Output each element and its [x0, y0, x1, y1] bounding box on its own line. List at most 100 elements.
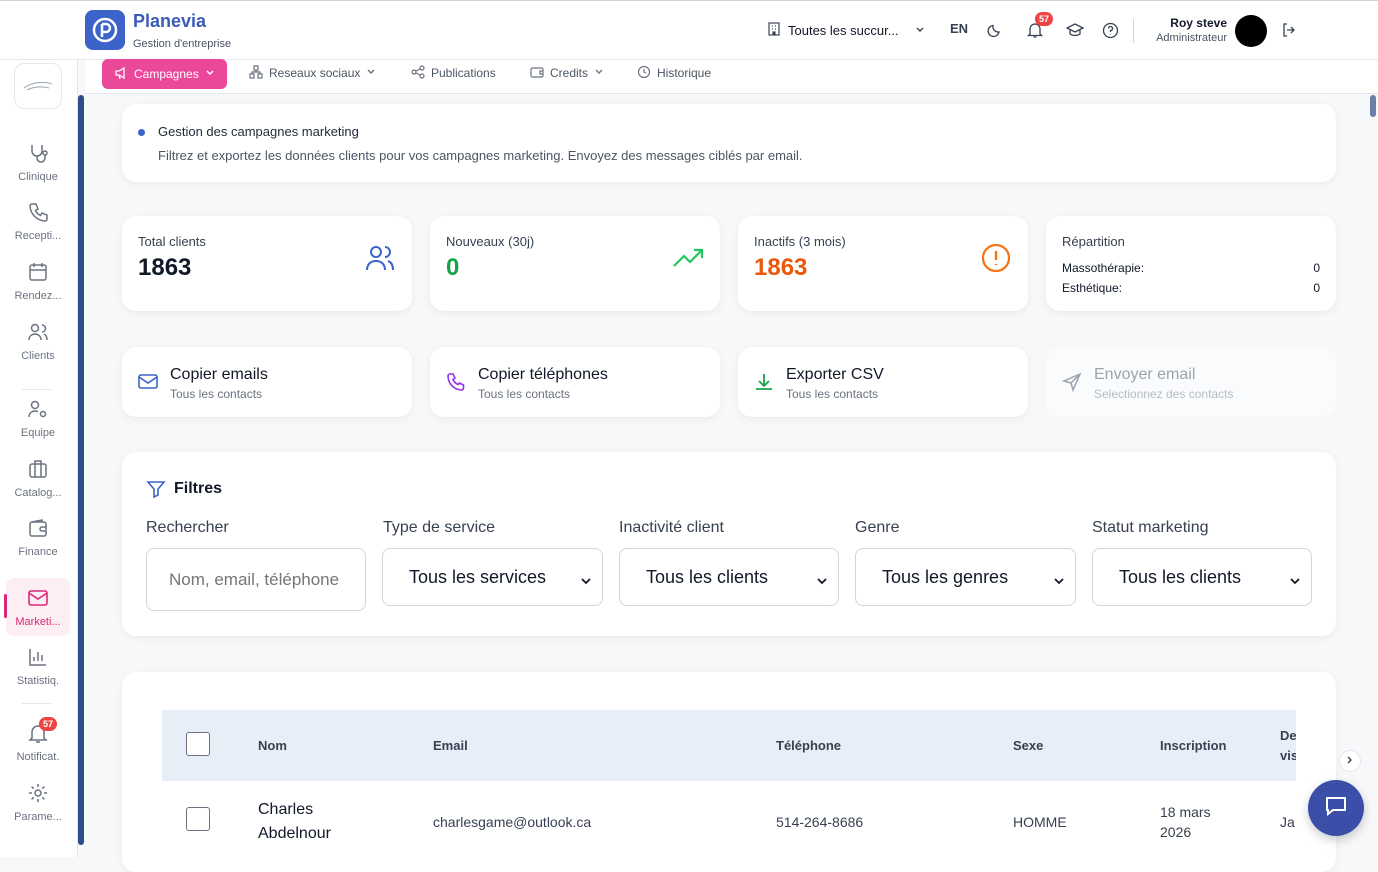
- app-logo[interactable]: [85, 10, 125, 50]
- select-all-checkbox[interactable]: [186, 732, 210, 756]
- sidebar-item-statistiques[interactable]: Statistiq.: [6, 638, 70, 694]
- breakdown-value: 0: [1313, 261, 1320, 275]
- wallet-icon: [530, 65, 544, 82]
- sidebar-item-label: Catalog...: [14, 486, 62, 499]
- filter-icon: [146, 479, 166, 504]
- sidebar-item-clinique[interactable]: Clinique: [6, 134, 70, 190]
- stat-value: 1863: [754, 254, 808, 281]
- sidebar-item-parametres[interactable]: Parame...: [6, 774, 70, 830]
- column-header[interactable]: Nom: [258, 738, 287, 753]
- page-title: Gestion des campagnes marketing: [158, 124, 359, 139]
- sidebar-scrollbar[interactable]: [78, 95, 84, 845]
- inactivity-label: Inactivité client: [619, 519, 724, 536]
- stat-label: Inactifs (3 mois): [754, 234, 846, 249]
- scroll-right-button[interactable]: [1339, 750, 1361, 772]
- tab-publications[interactable]: Publications: [411, 62, 496, 84]
- sidebar-item-catalogue[interactable]: Catalog...: [6, 450, 70, 506]
- page-scrollbar[interactable]: [1370, 95, 1376, 117]
- sidebar-item-label: Rendez...: [14, 289, 62, 302]
- alert-circle-icon: [980, 242, 1012, 279]
- stat-label: Nouveaux (30j): [446, 234, 535, 249]
- users-icon: [364, 242, 396, 279]
- sidebar-item-label: Parame...: [14, 810, 62, 823]
- tab-historique[interactable]: Historique: [637, 62, 711, 84]
- gear-icon: [27, 782, 49, 807]
- chevron-down-icon: [205, 67, 215, 81]
- column-header[interactable]: De: [1280, 728, 1297, 743]
- graduation-cap-icon[interactable]: [1065, 22, 1085, 41]
- app-subtitle: Gestion d'entreprise: [133, 38, 232, 50]
- sidebar-item-reception[interactable]: Recepti...: [6, 193, 70, 249]
- branch-label: Toutes les succur...: [788, 23, 899, 38]
- tab-reseaux-sociaux[interactable]: Reseaux sociaux: [249, 62, 376, 84]
- filters-title: Filtres: [174, 480, 223, 497]
- stat-value: 0: [446, 254, 460, 281]
- notification-badge: 57: [1035, 12, 1054, 26]
- tab-campagnes[interactable]: Campagnes: [102, 59, 227, 89]
- info-card: [122, 104, 1336, 182]
- search-input[interactable]: [146, 548, 366, 611]
- client-signup-date: 18 mars: [1160, 804, 1211, 820]
- megaphone-icon: [114, 66, 128, 83]
- chevron-down-icon: [816, 571, 828, 592]
- divider: [1133, 19, 1134, 43]
- info-dot: [138, 129, 145, 136]
- phone-icon: [446, 372, 466, 397]
- wallet-icon: [27, 517, 49, 542]
- sidebar-item-notifications[interactable]: Notificat.: [6, 714, 70, 770]
- stat-label: Total clients: [138, 234, 206, 249]
- row-checkbox[interactable]: [186, 807, 210, 831]
- sidebar-item-rendezvous[interactable]: Rendez...: [6, 253, 70, 309]
- sidebar-item-marketing[interactable]: Marketi...: [4, 578, 70, 636]
- users-icon: [27, 321, 49, 346]
- avatar[interactable]: [1235, 15, 1267, 47]
- client-phone: 514-264-8686: [776, 814, 864, 830]
- gender-select[interactable]: Tous les genres: [855, 548, 1076, 606]
- branch-selector[interactable]: Toutes les succur...: [766, 21, 925, 40]
- network-icon: [249, 64, 263, 82]
- chat-button[interactable]: [1308, 780, 1364, 836]
- inactivity-select[interactable]: Tous les clients: [619, 548, 839, 606]
- select-value: Tous les clients: [1119, 566, 1242, 587]
- app-name: Planevia: [133, 11, 207, 31]
- breakdown-value: 0: [1313, 281, 1320, 295]
- business-logo[interactable]: [14, 63, 62, 109]
- breakdown-name: Massothérapie:: [1062, 261, 1145, 275]
- action-subtitle: Tous les contacts: [170, 387, 263, 401]
- chevron-down-icon: [915, 23, 925, 38]
- sidebar-item-equipe[interactable]: Equipe: [6, 390, 70, 446]
- chevron-down-icon: [1289, 571, 1301, 592]
- user-role: Administrateur: [1156, 32, 1227, 44]
- language-toggle[interactable]: EN: [950, 21, 968, 36]
- mail-icon: [138, 373, 158, 396]
- column-header[interactable]: Email: [433, 738, 468, 753]
- logout-icon[interactable]: [1281, 22, 1297, 41]
- tab-label: Publications: [431, 66, 496, 80]
- calendar-icon: [27, 261, 49, 286]
- user-name: Roy steve: [1170, 16, 1227, 30]
- action-title: Exporter CSV: [786, 366, 884, 383]
- gender-label: Genre: [855, 519, 900, 536]
- sidebar-item-finance[interactable]: Finance: [6, 509, 70, 565]
- marketing-select[interactable]: Tous les clients: [1092, 548, 1312, 606]
- trending-up-icon: [672, 246, 704, 275]
- column-header[interactable]: Sexe: [1013, 738, 1043, 753]
- service-select[interactable]: Tous les services: [382, 548, 603, 606]
- moon-icon[interactable]: [987, 22, 1003, 41]
- tab-credits[interactable]: Credits: [530, 62, 604, 84]
- user-cog-icon: [27, 398, 49, 423]
- column-header[interactable]: Téléphone: [776, 738, 841, 753]
- client-sex: HOMME: [1013, 814, 1067, 830]
- tab-label: Credits: [550, 66, 589, 80]
- chevron-down-icon: [580, 571, 592, 592]
- mail-icon: [27, 587, 49, 612]
- table-header: [162, 710, 1296, 781]
- help-icon[interactable]: [1102, 22, 1119, 42]
- phone-icon: [27, 201, 49, 226]
- sidebar-item-label: Clients: [21, 349, 55, 362]
- download-icon: [754, 372, 774, 397]
- action-subtitle: Tous les contacts: [786, 387, 879, 401]
- clock-icon: [637, 65, 651, 82]
- sidebar-item-clients[interactable]: Clients: [6, 313, 70, 369]
- column-header[interactable]: Inscription: [1160, 738, 1226, 753]
